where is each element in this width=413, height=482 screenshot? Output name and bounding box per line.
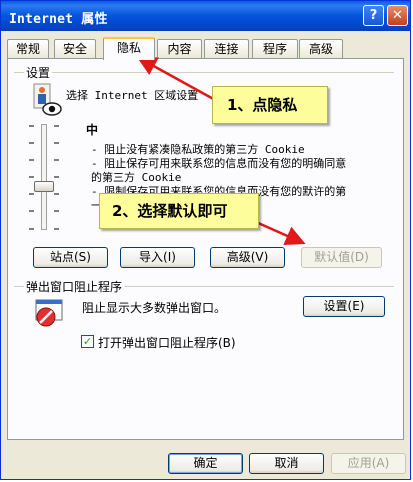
tab-privacy[interactable]: 隐私 bbox=[103, 37, 155, 60]
step1-callout: 1、点隐私 bbox=[212, 86, 328, 124]
internet-options-dialog: Internet 属性 ? ✕ 常规 安全 隐私 内容 连接 程序 高级 设置 … bbox=[0, 0, 411, 480]
annotation-arrows bbox=[136, 56, 306, 246]
step2-callout: 2、选择默认即可 bbox=[99, 193, 259, 229]
step1-arrow bbox=[136, 56, 218, 103]
